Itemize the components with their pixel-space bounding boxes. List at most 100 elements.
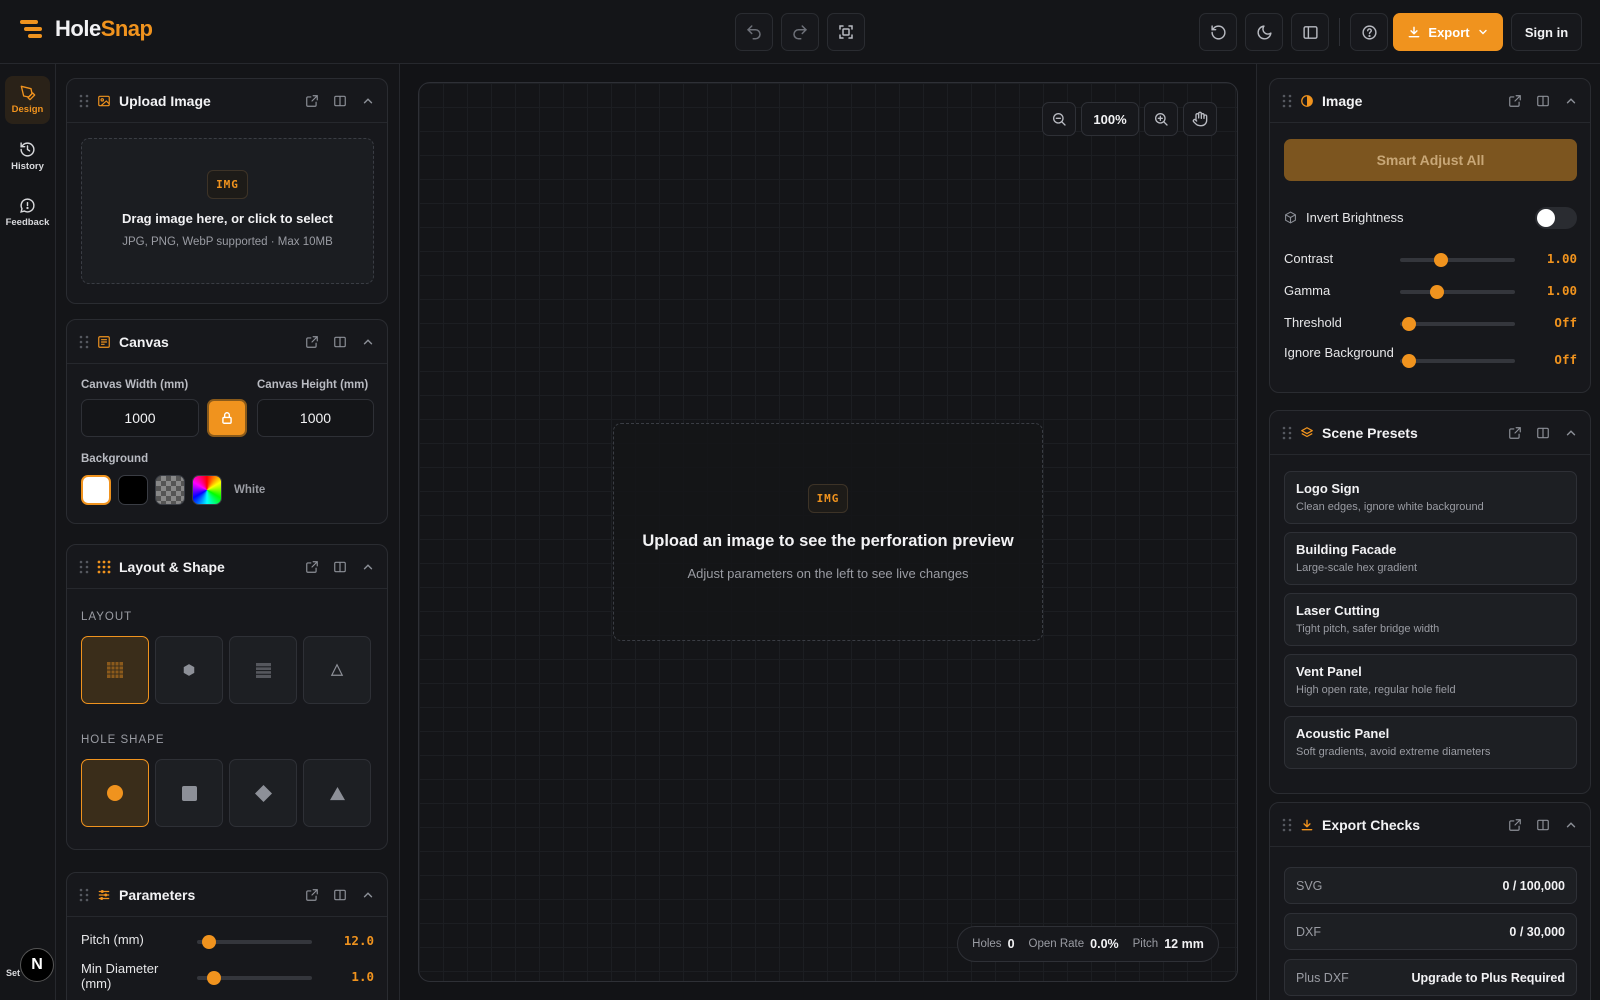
avatar[interactable]: N bbox=[20, 948, 54, 982]
chevron-up-icon[interactable] bbox=[1564, 426, 1578, 440]
hole-shape-square[interactable] bbox=[155, 759, 223, 827]
lock-icon bbox=[222, 412, 232, 424]
sign-in-button[interactable]: Sign in bbox=[1511, 13, 1582, 51]
threshold-slider-knob[interactable] bbox=[1402, 317, 1417, 331]
rail-item-settings[interactable]: Set bbox=[6, 968, 20, 978]
drag-handle-icon[interactable] bbox=[79, 560, 89, 574]
popout-icon[interactable] bbox=[1508, 818, 1522, 832]
min-diameter-slider-knob[interactable] bbox=[207, 971, 222, 985]
chevron-up-icon[interactable] bbox=[361, 888, 375, 902]
dock-icon[interactable] bbox=[333, 335, 347, 349]
pan-tool-button[interactable] bbox=[1183, 102, 1217, 136]
preset-laser-cutting[interactable]: Laser Cutting Tight pitch, safer bridge … bbox=[1284, 593, 1577, 646]
canvas-height-input[interactable]: 1000 bbox=[257, 399, 374, 437]
rail-item-design[interactable]: Design bbox=[5, 76, 50, 124]
redo-button[interactable] bbox=[781, 13, 819, 51]
pitch-slider-knob[interactable] bbox=[201, 935, 216, 949]
fit-screen-icon bbox=[839, 25, 853, 39]
drag-handle-icon[interactable] bbox=[1282, 818, 1292, 832]
rail-item-history[interactable]: History bbox=[5, 132, 50, 180]
history-icon bbox=[20, 141, 35, 157]
toggle-sidebar-button[interactable] bbox=[1291, 13, 1329, 51]
dock-icon[interactable] bbox=[1536, 818, 1550, 832]
export-check-plus-dxf[interactable]: Plus DXF Upgrade to Plus Required bbox=[1284, 959, 1577, 996]
contrast-slider[interactable] bbox=[1400, 253, 1515, 267]
app-logo[interactable]: HoleSnap bbox=[18, 16, 153, 42]
layout-option-hex[interactable] bbox=[155, 636, 223, 704]
undo-icon bbox=[747, 25, 761, 40]
chevron-up-icon[interactable] bbox=[361, 94, 375, 108]
dock-icon[interactable] bbox=[333, 888, 347, 902]
dock-icon[interactable] bbox=[1536, 94, 1550, 108]
theme-toggle-button[interactable] bbox=[1245, 13, 1283, 51]
export-button[interactable]: Export bbox=[1393, 13, 1503, 51]
perforation-canvas[interactable]: 100% IMG Upload an image to see the perf… bbox=[418, 82, 1238, 982]
background-swatch-black[interactable] bbox=[118, 475, 148, 505]
smart-adjust-button[interactable]: Smart Adjust All bbox=[1284, 139, 1577, 181]
gamma-label: Gamma bbox=[1284, 283, 1331, 298]
popout-icon[interactable] bbox=[1508, 94, 1522, 108]
popout-icon[interactable] bbox=[305, 888, 319, 902]
chevron-up-icon[interactable] bbox=[361, 335, 375, 349]
preset-acoustic-panel[interactable]: Acoustic Panel Soft gradients, avoid ext… bbox=[1284, 716, 1577, 769]
dock-icon[interactable] bbox=[333, 94, 347, 108]
popout-icon[interactable] bbox=[1508, 426, 1522, 440]
upload-dropzone[interactable]: IMG Drag image here, or click to select … bbox=[81, 138, 374, 284]
dock-icon[interactable] bbox=[333, 560, 347, 574]
ignore-background-slider[interactable] bbox=[1400, 354, 1515, 368]
reset-button[interactable] bbox=[1199, 13, 1237, 51]
background-swatch-custom[interactable] bbox=[192, 475, 222, 505]
zoom-in-button[interactable] bbox=[1144, 102, 1178, 136]
popout-icon[interactable] bbox=[305, 94, 319, 108]
moon-icon bbox=[1257, 24, 1272, 39]
canvas-height-label: Canvas Height (mm) bbox=[257, 379, 369, 391]
panel-header: Upload Image bbox=[67, 79, 387, 123]
drag-handle-icon[interactable] bbox=[79, 335, 89, 349]
undo-button[interactable] bbox=[735, 13, 773, 51]
hole-shape-diamond[interactable] bbox=[229, 759, 297, 827]
diamond-icon bbox=[254, 784, 272, 802]
drag-handle-icon[interactable] bbox=[79, 94, 89, 108]
preset-building-facade[interactable]: Building Facade Large-scale hex gradient bbox=[1284, 532, 1577, 585]
zoom-level[interactable]: 100% bbox=[1081, 102, 1139, 136]
hole-shape-circle[interactable] bbox=[81, 759, 149, 827]
hole-shape-triangle[interactable] bbox=[303, 759, 371, 827]
fit-screen-button[interactable] bbox=[827, 13, 865, 51]
threshold-slider[interactable] bbox=[1400, 317, 1515, 331]
cube-icon bbox=[1285, 211, 1296, 224]
gamma-slider[interactable] bbox=[1400, 285, 1515, 299]
popout-icon[interactable] bbox=[305, 560, 319, 574]
pitch-status-value: 12 mm bbox=[1164, 937, 1204, 951]
preset-vent-panel[interactable]: Vent Panel High open rate, regular hole … bbox=[1284, 654, 1577, 707]
background-swatch-transparent[interactable] bbox=[155, 475, 185, 505]
popout-icon[interactable] bbox=[305, 335, 319, 349]
help-button[interactable] bbox=[1350, 13, 1388, 51]
rail-item-feedback[interactable]: Feedback bbox=[5, 188, 50, 236]
canvas-width-input[interactable]: 1000 bbox=[81, 399, 199, 437]
aspect-lock-button[interactable] bbox=[207, 399, 247, 437]
contrast-slider-knob[interactable] bbox=[1434, 253, 1449, 267]
layout-option-lines[interactable] bbox=[229, 636, 297, 704]
lines-layout-icon bbox=[255, 662, 271, 678]
drag-handle-icon[interactable] bbox=[1282, 94, 1292, 108]
chevron-up-icon[interactable] bbox=[1564, 94, 1578, 108]
zoom-out-button[interactable] bbox=[1042, 102, 1076, 136]
layout-option-triangle[interactable] bbox=[303, 636, 371, 704]
gamma-slider-knob[interactable] bbox=[1429, 285, 1444, 299]
triangle-icon bbox=[329, 786, 345, 800]
drag-handle-icon[interactable] bbox=[79, 888, 89, 902]
chevron-up-icon[interactable] bbox=[1564, 818, 1578, 832]
panel-header: Scene Presets bbox=[1270, 411, 1590, 455]
dock-icon[interactable] bbox=[1536, 426, 1550, 440]
preset-logo-sign[interactable]: Logo Sign Clean edges, ignore white back… bbox=[1284, 471, 1577, 524]
drag-handle-icon[interactable] bbox=[1282, 426, 1292, 440]
layout-option-grid[interactable] bbox=[81, 636, 149, 704]
ignore-background-slider-knob[interactable] bbox=[1402, 354, 1417, 368]
chevron-up-icon[interactable] bbox=[361, 560, 375, 574]
min-diameter-slider[interactable] bbox=[197, 971, 312, 985]
background-swatch-white[interactable] bbox=[81, 475, 111, 505]
pitch-slider[interactable] bbox=[197, 935, 312, 949]
left-panel-column: Upload Image IMG Drag image here, or cli… bbox=[56, 64, 400, 1000]
panel-title: Image bbox=[1322, 92, 1363, 109]
invert-brightness-toggle[interactable] bbox=[1535, 207, 1577, 229]
